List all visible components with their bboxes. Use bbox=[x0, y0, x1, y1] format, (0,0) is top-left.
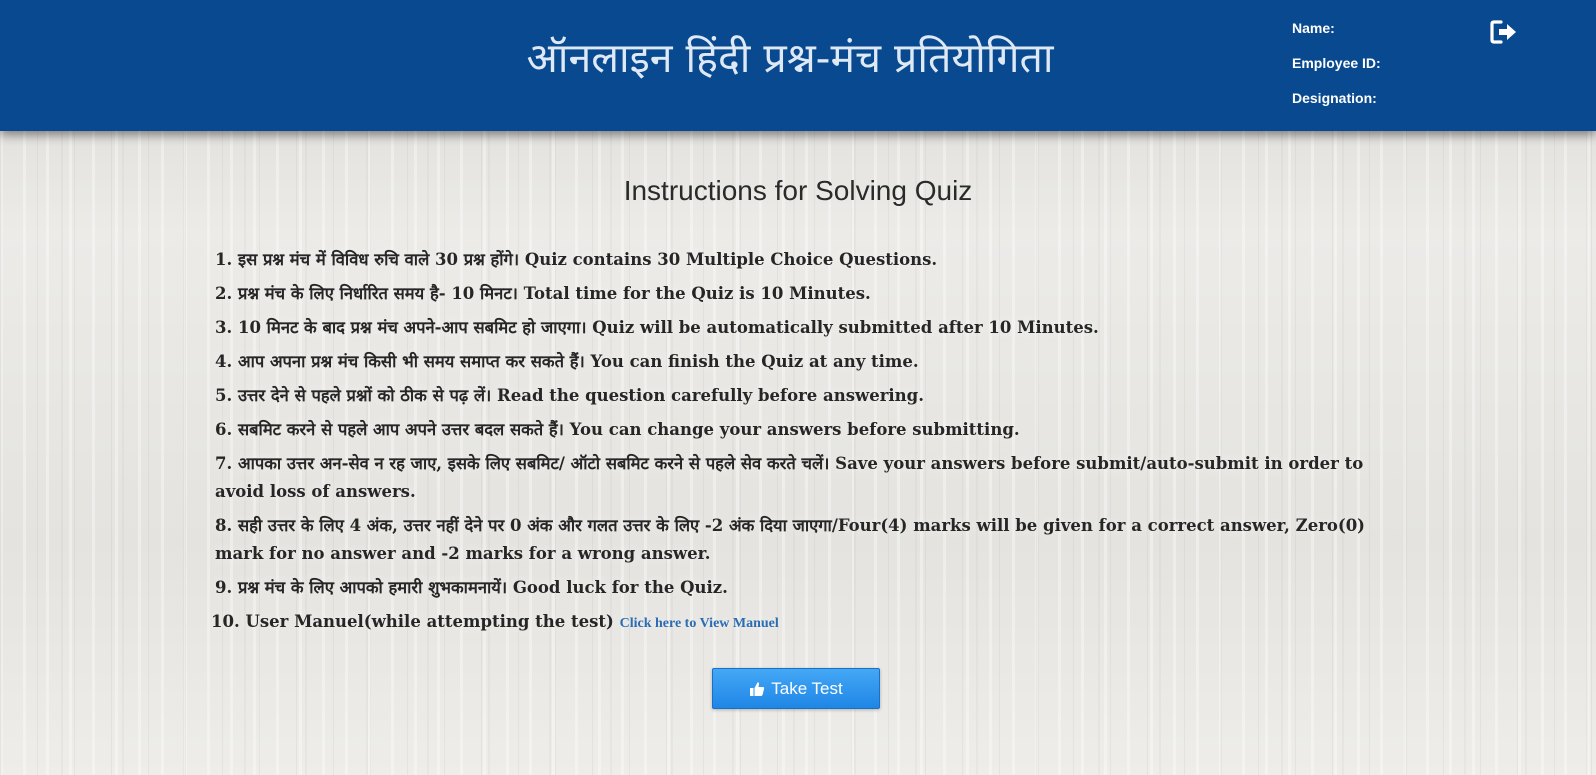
user-name-row: Name: bbox=[1292, 20, 1387, 55]
view-manual-link[interactable]: Click here to View Manuel bbox=[620, 616, 779, 631]
instruction-item: 2. प्रश्न मंच के लिए निर्धारित समय है- 1… bbox=[215, 284, 871, 303]
employee-id-label: Employee ID: bbox=[1292, 55, 1381, 71]
thumbs-up-icon bbox=[750, 681, 765, 696]
instruction-item: 8. सही उत्तर के लिए 4 अंक, उत्तर नहीं दे… bbox=[215, 516, 1365, 563]
take-test-button[interactable]: Take Test bbox=[712, 668, 880, 709]
instruction-item: 9. प्रश्न मंच के लिए आपको हमारी शुभकामना… bbox=[215, 578, 728, 597]
instruction-item: 4. आप अपना प्रश्न मंच किसी भी समय समाप्त… bbox=[215, 352, 919, 371]
instruction-item: 6. सबमिट करने से पहले आप अपने उत्तर बदल … bbox=[215, 420, 1020, 439]
header-bar: ऑनलाइन हिंदी प्रश्न-मंच प्रतियोगिता Name… bbox=[0, 0, 1596, 131]
designation-row: Designation: bbox=[1292, 90, 1387, 125]
user-name-label: Name: bbox=[1292, 20, 1335, 36]
instruction-item-manual: 10. User Manuel(while attempting the tes… bbox=[211, 608, 1385, 638]
sign-out-icon[interactable] bbox=[1490, 19, 1518, 45]
manual-item-text: 10. User Manuel(while attempting the tes… bbox=[211, 612, 620, 631]
site-title: ऑनलाइन हिंदी प्रश्न-मंच प्रतियोगिता bbox=[526, 34, 1054, 82]
instruction-item: 1. इस प्रश्न मंच में विविध रुचि वाले 30 … bbox=[215, 250, 938, 269]
take-test-label: Take Test bbox=[771, 678, 843, 698]
employee-id-row: Employee ID: bbox=[1292, 55, 1387, 90]
instructions-heading: Instructions for Solving Quiz bbox=[623, 175, 973, 206]
instruction-item: 5. उत्तर देने से पहले प्रश्नों को ठीक से… bbox=[215, 386, 924, 405]
instruction-item: 3. 10 मिनट के बाद प्रश्न मंच अपने-आप सबम… bbox=[215, 318, 1099, 337]
instructions-list: 1. इस प्रश्न मंच में विविध रुचि वाले 30 … bbox=[211, 246, 1385, 644]
user-info-panel: Name: Employee ID: Designation: bbox=[1292, 20, 1387, 125]
designation-label: Designation: bbox=[1292, 90, 1377, 106]
instruction-item: 7. आपका उत्तर अन-सेव न रह जाए, इसके लिए … bbox=[215, 454, 1364, 501]
